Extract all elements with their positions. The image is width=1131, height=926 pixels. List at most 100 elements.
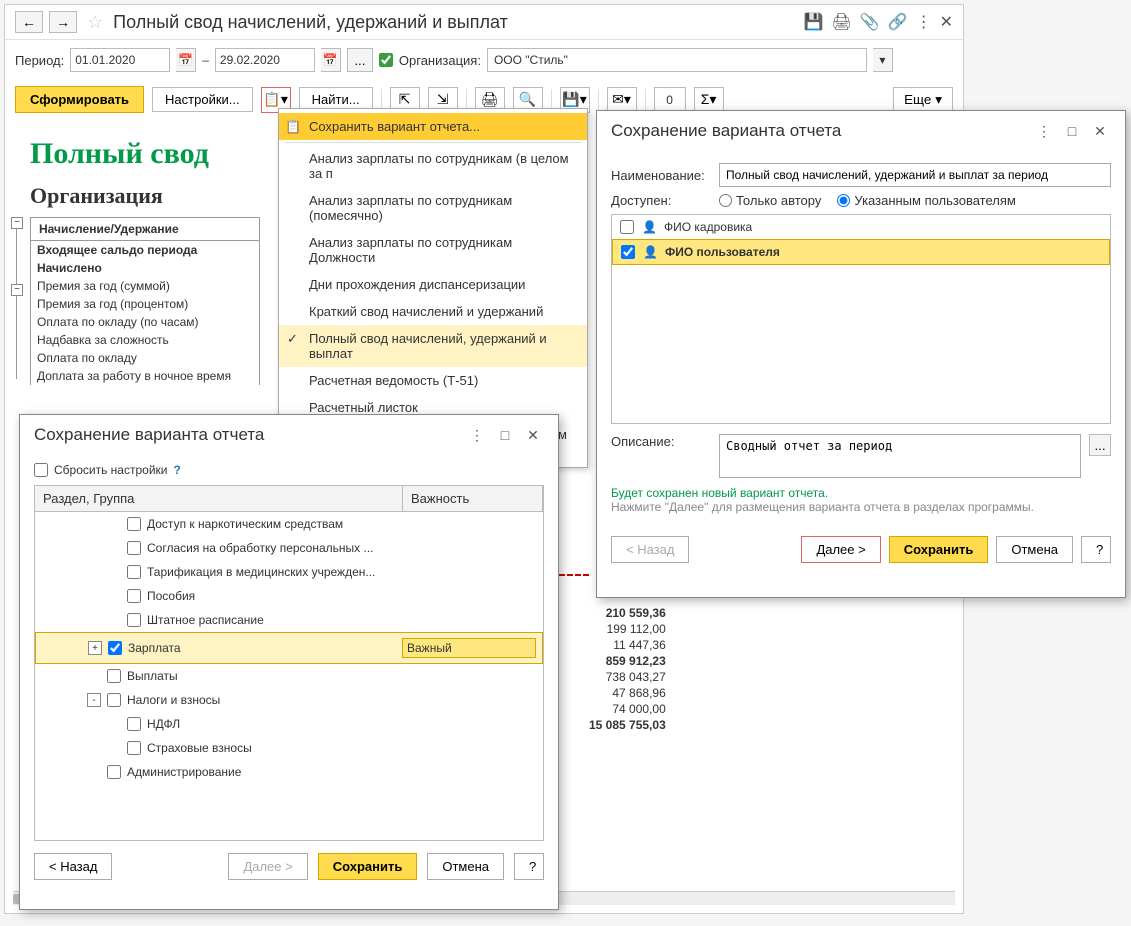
tree-checkbox[interactable] <box>107 765 121 779</box>
tree-checkbox[interactable] <box>127 541 141 555</box>
desc-ellipsis-button[interactable]: ... <box>1089 434 1111 456</box>
close-icon[interactable]: ✕ <box>522 425 544 445</box>
date-from-input[interactable]: 01.01.2020 <box>70 48 170 72</box>
arrow-annotation <box>559 574 589 576</box>
expand-icon[interactable]: + <box>88 641 102 655</box>
kebab-icon[interactable]: ⋮ <box>1033 121 1055 141</box>
tree-row[interactable]: - Налоги и взносы <box>35 688 543 712</box>
close-icon[interactable]: ✕ <box>1089 121 1111 141</box>
save-button[interactable]: Сохранить <box>889 536 989 563</box>
tree-checkbox[interactable] <box>127 613 141 627</box>
user-name: ФИО пользователя <box>665 245 780 259</box>
desc-input[interactable] <box>719 434 1081 478</box>
org-select[interactable]: ООО "Стиль" <box>487 48 867 72</box>
calendar-icon[interactable]: 📅 <box>176 48 196 72</box>
menu-save-variant[interactable]: 📋 Сохранить вариант отчета... <box>279 113 587 140</box>
tree-checkbox[interactable] <box>127 517 141 531</box>
tree-row[interactable]: Согласия на обработку персональных ... <box>35 536 543 560</box>
tree-row[interactable]: Пособия <box>35 584 543 608</box>
mail-button[interactable]: ✉▾ <box>607 87 637 113</box>
attach-icon[interactable]: 📎 <box>860 12 880 32</box>
save-button[interactable]: Сохранить <box>318 853 418 880</box>
menu-item[interactable]: Расчетная ведомость (Т-51) <box>279 367 587 394</box>
tree-label: Тарификация в медицинских учрежден... <box>147 565 375 579</box>
form-button[interactable]: Сформировать <box>15 86 144 113</box>
report-value: 859 912,23 <box>581 653 674 669</box>
menu-item[interactable]: Краткий свод начислений и удержаний <box>279 298 587 325</box>
tree-checkbox[interactable] <box>127 565 141 579</box>
org-checkbox[interactable] <box>379 53 393 67</box>
user-row[interactable]: 👤ФИО кадровика <box>612 215 1110 239</box>
kebab-icon[interactable]: ⋮ <box>466 425 488 445</box>
collapse-icon[interactable]: - <box>87 693 101 707</box>
help-button[interactable]: ? <box>1081 536 1111 563</box>
next-button[interactable]: Далее > <box>801 536 880 563</box>
radio-users[interactable]: Указанным пользователям <box>837 193 1015 208</box>
tree-checkbox[interactable] <box>107 669 121 683</box>
tree-row[interactable]: Администрирование <box>35 760 543 784</box>
settings-button[interactable]: Настройки... <box>152 87 253 112</box>
back-button[interactable]: < Назад <box>34 853 112 880</box>
kebab-icon[interactable]: ⋮ <box>916 12 932 32</box>
sigma-button[interactable]: Σ▾ <box>694 87 724 113</box>
chevron-down-icon[interactable]: ▾ <box>873 48 893 72</box>
menu-item[interactable]: ✓Полный свод начислений, удержаний и вып… <box>279 325 587 367</box>
tree-checkbox[interactable] <box>127 741 141 755</box>
report-value: 15 085 755,03 <box>581 717 674 733</box>
tree-row[interactable]: Страховые взносы <box>35 736 543 760</box>
tree-checkbox[interactable] <box>127 717 141 731</box>
tree-checkbox[interactable] <box>108 641 122 655</box>
more-button[interactable]: Еще ▾ <box>893 87 953 113</box>
print-icon[interactable]: 🖨 <box>831 12 851 32</box>
user-list[interactable]: 👤ФИО кадровика👤ФИО пользователя <box>611 214 1111 424</box>
name-input[interactable] <box>719 163 1111 187</box>
maximize-icon[interactable]: □ <box>1061 121 1083 141</box>
info-text: Будет сохранен новый вариант отчета. Наж… <box>611 486 1111 514</box>
back-button[interactable]: < Назад <box>611 536 689 563</box>
period-row: Период: 01.01.2020 📅 – 29.02.2020 📅 ... … <box>5 40 963 80</box>
link-icon[interactable]: 🔗 <box>888 12 908 32</box>
importance-value[interactable]: Важный <box>402 638 536 658</box>
tree-row[interactable]: НДФЛ <box>35 712 543 736</box>
cancel-button[interactable]: Отмена <box>996 536 1073 563</box>
period-ellipsis-button[interactable]: ... <box>347 48 373 72</box>
help-icon[interactable]: ? <box>173 463 180 477</box>
tree-row[interactable]: Штатное расписание <box>35 608 543 632</box>
tree-label: Согласия на обработку персональных ... <box>147 541 374 555</box>
favorite-icon[interactable]: ☆ <box>87 12 103 33</box>
cancel-button[interactable]: Отмена <box>427 853 504 880</box>
tree-collapse-icon[interactable]: − <box>11 284 23 296</box>
tree-row[interactable]: Выплаты <box>35 664 543 688</box>
save-variant-dialog: Сохранение варианта отчета ⋮ □ ✕ Наимено… <box>596 110 1126 598</box>
tree-checkbox[interactable] <box>127 589 141 603</box>
radio-author[interactable]: Только автору <box>719 193 821 208</box>
maximize-icon[interactable]: □ <box>494 425 516 445</box>
save-icon[interactable]: 💾 <box>804 12 824 32</box>
tree-row[interactable]: +ЗарплатаВажный <box>35 632 543 664</box>
user-row[interactable]: 👤ФИО пользователя <box>612 239 1110 265</box>
next-button[interactable]: Далее > <box>228 853 307 880</box>
tree-collapse-icon[interactable]: − <box>11 217 23 229</box>
report-row: Оплата по окладу (по часам) <box>30 313 260 331</box>
tree-row[interactable]: Тарификация в медицинских учрежден... <box>35 560 543 584</box>
menu-item[interactable]: Анализ зарплаты по сотрудникам (помесячн… <box>279 187 587 229</box>
help-button[interactable]: ? <box>514 853 544 880</box>
user-checkbox[interactable] <box>620 220 634 234</box>
menu-item[interactable]: Анализ зарплаты по сотрудникам (в целом … <box>279 145 587 187</box>
dialog-titlebar: Сохранение варианта отчета ⋮ □ ✕ <box>597 111 1125 151</box>
person-icon: 👤 <box>642 220 656 234</box>
forward-button[interactable]: → <box>49 11 77 33</box>
user-checkbox[interactable] <box>621 245 635 259</box>
back-button[interactable]: ← <box>15 11 43 33</box>
reset-checkbox[interactable] <box>34 463 48 477</box>
tree-checkbox[interactable] <box>107 693 121 707</box>
report-column-header: Начисление/Удержание <box>30 217 260 241</box>
close-icon[interactable]: ✕ <box>940 12 953 32</box>
menu-item[interactable]: Анализ зарплаты по сотрудникам Должности <box>279 229 587 271</box>
calendar-icon[interactable]: 📅 <box>321 48 341 72</box>
dialog-buttons: < Назад Далее > Сохранить Отмена ? <box>20 841 558 892</box>
menu-item[interactable]: Дни прохождения диспансеризации <box>279 271 587 298</box>
tree-row[interactable]: Доступ к наркотическим средствам <box>35 512 543 536</box>
date-to-input[interactable]: 29.02.2020 <box>215 48 315 72</box>
tree-label: Налоги и взносы <box>127 693 220 707</box>
